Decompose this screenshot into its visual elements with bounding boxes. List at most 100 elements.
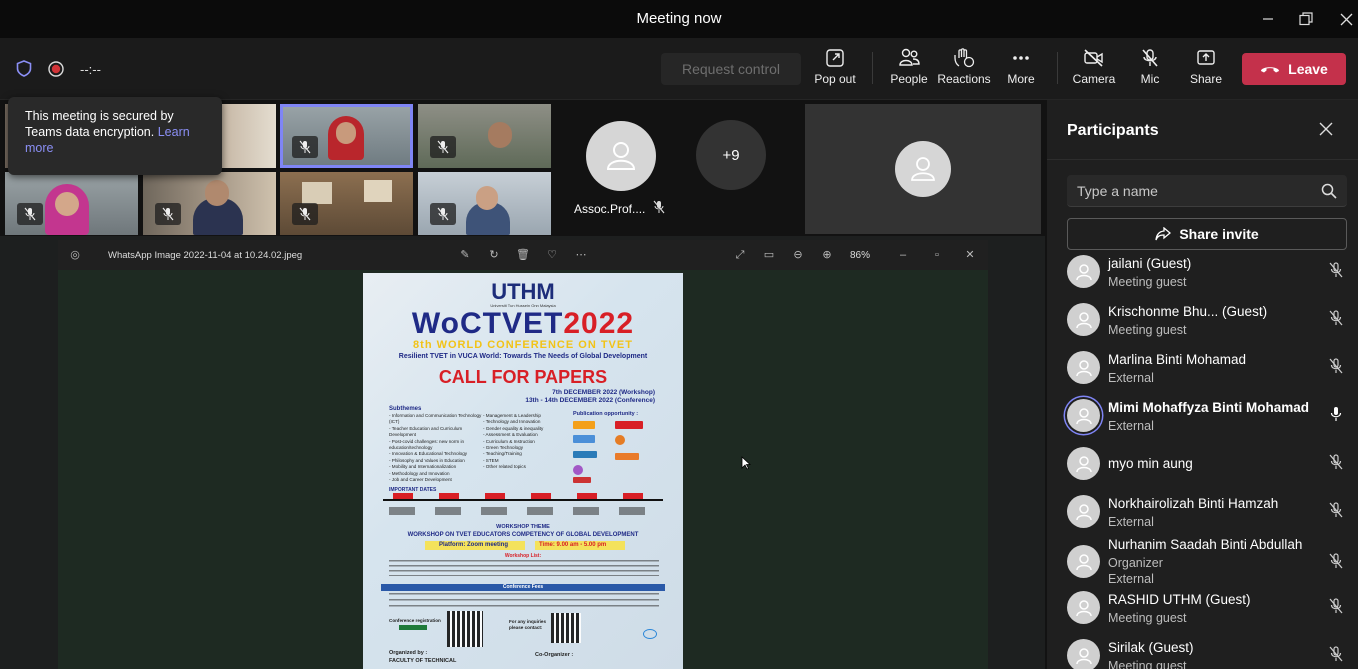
muted-mic-indicator [292, 136, 318, 158]
poster-tagline: Resilient TVET in VUCA World: Towards Th… [398, 353, 648, 360]
pop-out-button[interactable]: Pop out [808, 48, 862, 94]
participant-role: Organizer [1108, 556, 1163, 570]
mic-off-icon [1329, 553, 1343, 574]
participant-role: External [1108, 515, 1154, 529]
video-tile[interactable] [280, 172, 413, 235]
mic-off-icon [1329, 454, 1343, 475]
request-control-button[interactable]: Request control [661, 53, 801, 85]
participant-row[interactable]: myo min aung [1047, 439, 1358, 487]
poster-workshop-list: Workshop List: [504, 553, 542, 559]
fullscreen-icon[interactable]: ⤢ [733, 248, 747, 262]
participant-row-speaking[interactable]: Mimi Mohaffyza Binti Mohamad External [1047, 391, 1358, 439]
mic-off-icon [24, 207, 36, 221]
participant-search[interactable] [1067, 175, 1347, 207]
poster-title: WoCTVET2022 [411, 307, 635, 340]
participant-row[interactable]: Marlina Binti Mohamad External [1047, 343, 1358, 391]
video-tile[interactable] [143, 172, 276, 235]
more-button[interactable]: More [994, 48, 1048, 94]
viewer-close-icon[interactable]: ✕ [963, 248, 977, 262]
participant-row[interactable]: Sirilak (Guest) Meeting guest [1047, 631, 1358, 669]
participant-role: Meeting guest [1108, 659, 1187, 669]
camera-button[interactable]: Camera [1067, 48, 1121, 94]
mic-off-icon [162, 207, 174, 221]
viewer-maximize-icon[interactable]: ▫ [930, 248, 944, 262]
more-icon [1013, 56, 1029, 60]
publisher-logo [615, 421, 643, 429]
viewer-minimize-icon[interactable]: – [896, 248, 910, 262]
participant-avatar [1067, 495, 1100, 528]
person-icon [1075, 263, 1092, 280]
participant-row[interactable]: Krischonme Bhu... (Guest) Meeting guest [1047, 295, 1358, 343]
close-panel-button[interactable] [1319, 122, 1333, 141]
mic-off-icon [1142, 49, 1158, 67]
participant-name: Mimi Mohaffyza Binti Mohamad [1108, 400, 1310, 415]
participant-avatar [1067, 447, 1100, 480]
video-tile-active-speaker[interactable] [280, 104, 413, 168]
mic-on-icon [1329, 406, 1343, 427]
more-icon[interactable]: ⋯ [574, 248, 588, 262]
minimize-button[interactable] [1256, 8, 1280, 30]
participant-row[interactable]: RASHID UTHM (Guest) Meeting guest [1047, 583, 1358, 631]
fees-table [389, 593, 659, 611]
close-window-button[interactable] [1334, 8, 1358, 30]
participant-row[interactable]: jailani (Guest) Meeting guest [1047, 247, 1358, 295]
poster-subthemes-right: - Management & Leadership - Technology a… [483, 413, 544, 470]
video-tile-avatar[interactable] [805, 104, 1041, 234]
more-participants-button[interactable]: +9 [696, 120, 766, 190]
reactions-button[interactable]: Reactions [937, 48, 991, 94]
zoom-out-icon[interactable]: ⊖ [791, 248, 805, 262]
encryption-tooltip: This meeting is secured by Teams data en… [8, 97, 222, 175]
participant-row[interactable]: Norkhairolizah Binti Hamzah External [1047, 487, 1358, 535]
muted-mic-indicator [17, 203, 43, 225]
rotate-icon[interactable]: ↻ [487, 248, 501, 262]
timeline-labels [389, 507, 659, 515]
zoom-level: 86% [850, 250, 871, 261]
participant-role: External [1108, 371, 1154, 385]
qr-code-image [551, 613, 581, 643]
participant-row[interactable]: Nurhanim Saadah Binti Abdullah Organizer… [1047, 535, 1358, 589]
mic-button[interactable]: Mic [1123, 48, 1177, 94]
poster-call-for-papers: CALL FOR PAPERS [438, 367, 608, 387]
participant-face [205, 180, 229, 206]
favorite-icon[interactable]: ♡ [545, 248, 559, 262]
participant-search-input[interactable] [1077, 181, 1307, 201]
publisher-logo [573, 421, 595, 429]
fit-icon[interactable]: ▭ [762, 248, 776, 262]
maximize-button[interactable] [1294, 8, 1318, 30]
person-icon [1075, 647, 1092, 664]
participant-avatar[interactable] [586, 121, 656, 191]
shield-icon[interactable] [16, 60, 32, 82]
poster-inquiries: For any inquiries please contact: [509, 619, 547, 631]
share-button[interactable]: Share [1179, 48, 1233, 94]
delete-icon[interactable]: 🗑 [516, 248, 530, 262]
title-bar: Meeting now [0, 0, 1358, 38]
leave-button[interactable]: Leave [1242, 53, 1346, 85]
share-screen-icon [1197, 50, 1215, 65]
search-icon[interactable] [1321, 183, 1337, 204]
zoom-in-icon[interactable]: ⊕ [820, 248, 834, 262]
participant-avatar [1067, 255, 1100, 288]
participant-avatar [1067, 303, 1100, 336]
participant-face [55, 192, 79, 216]
panel-divider [1047, 159, 1358, 160]
video-tile[interactable] [418, 104, 551, 168]
close-icon [1340, 13, 1352, 25]
participant-face [336, 122, 356, 144]
publisher-logo [573, 465, 583, 475]
restore-icon [1299, 12, 1313, 26]
poster-coorganizer: Co-Organizer : [535, 652, 574, 658]
qr-code-image [447, 611, 483, 647]
edit-icon[interactable]: ✎ [458, 248, 472, 262]
timeline-dates [393, 493, 643, 499]
camera-off-icon [1084, 49, 1103, 67]
poster-publication-header: Publication opportunity : [573, 411, 639, 417]
workshop-list-text [389, 560, 659, 576]
people-button[interactable]: People [882, 48, 936, 94]
participant-name: Nurhanim Saadah Binti Abdullah [1108, 537, 1303, 552]
wall-frame [302, 182, 332, 204]
video-tile[interactable] [5, 172, 138, 235]
video-tile[interactable] [418, 172, 551, 235]
mic-off-icon [1329, 646, 1343, 667]
share-invite-button[interactable]: Share invite [1067, 218, 1347, 250]
participant-role: Meeting guest [1108, 611, 1187, 625]
